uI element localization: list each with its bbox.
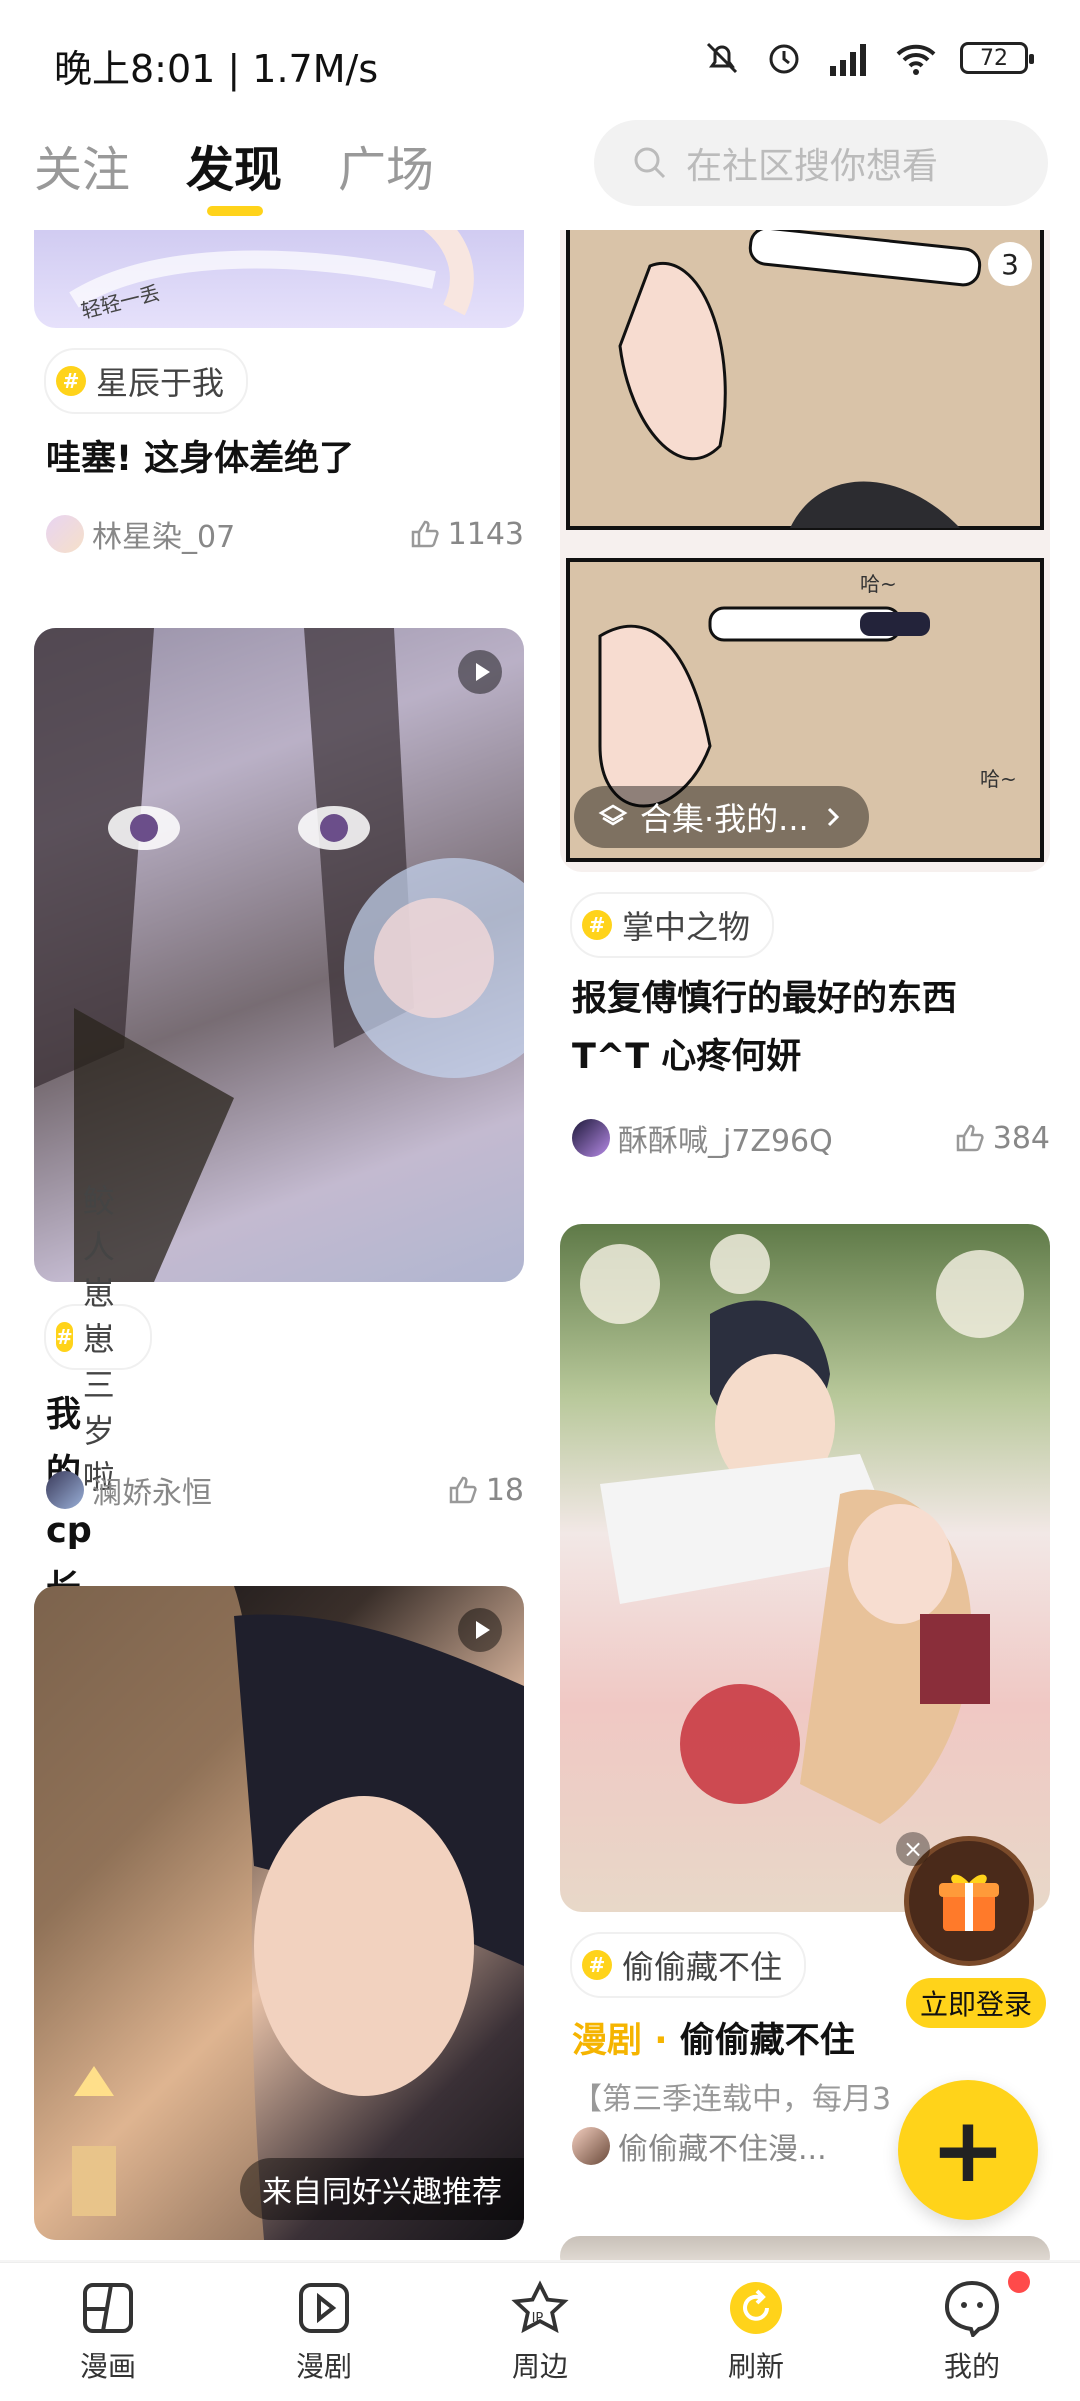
post-subtitle: 【第三季连载中，每月3	[572, 2082, 892, 2117]
mute-icon	[706, 42, 738, 74]
topic-tag[interactable]: # 星辰于我	[44, 348, 249, 414]
post-meta: 澜娇永恒 18	[46, 1468, 524, 1512]
thumb-up-icon	[956, 1124, 984, 1152]
top-bar: 关注 发现 广场 在社区搜你想看	[0, 120, 1080, 230]
layers-icon	[598, 804, 628, 826]
nav-merch[interactable]: IP 周边	[432, 2263, 648, 2401]
play-icon	[458, 1608, 502, 1652]
post-card[interactable]	[560, 2236, 1050, 2260]
post-meta: 林星染_07 1143	[46, 512, 524, 556]
status-icons: 72	[702, 38, 1034, 78]
author-name[interactable]: 林星染_07	[92, 512, 235, 556]
ip-star-icon: IP	[511, 2279, 569, 2337]
post-title[interactable]: 报复傅慎行的最好的东西 T^T 心疼何妍	[572, 970, 957, 1086]
recommend-label: 来自同好兴趣推荐	[240, 2158, 524, 2220]
post-meta: 酥酥喊_j7Z96Q 384	[572, 1116, 1050, 1160]
topic-tag[interactable]: # 掌中之物	[570, 892, 775, 958]
svg-text:哈~: 哈~	[980, 767, 1017, 791]
nav-profile[interactable]: 我的	[864, 2263, 1080, 2401]
post-image[interactable]: 轻轻一丢	[34, 230, 524, 328]
hash-icon: #	[56, 1322, 73, 1352]
avatar[interactable]	[572, 1119, 610, 1157]
nav-comics[interactable]: 漫画	[0, 2263, 216, 2401]
chevron-right-icon	[827, 807, 839, 827]
create-post-button[interactable]: +	[898, 2080, 1038, 2220]
post-title[interactable]: 漫剧 · 偷偷藏不住	[572, 2012, 855, 2070]
nav-drama[interactable]: 漫剧	[216, 2263, 432, 2401]
post-image[interactable]: 来自同好兴趣推荐	[34, 1586, 524, 2240]
hash-icon: #	[582, 910, 612, 940]
collection-chip[interactable]: 合集·我的...	[574, 786, 869, 848]
illustration: 哈~ 哈~	[566, 230, 1044, 862]
post-image[interactable]	[560, 2236, 1050, 2260]
status-time: 晚上8:01 | 1.7M/s	[54, 47, 379, 91]
search-bar[interactable]: 在社区搜你想看	[594, 120, 1048, 206]
tab-discover[interactable]: 发现	[186, 130, 282, 200]
svg-text:哈~: 哈~	[860, 572, 897, 596]
wifi-icon	[896, 44, 936, 75]
post-image[interactable]	[560, 1224, 1050, 1912]
author-name[interactable]: 偷偷藏不住漫...	[618, 2124, 827, 2168]
post-title[interactable]: 哇塞! 这身体差绝了	[46, 430, 354, 488]
thumb-up-icon	[411, 520, 439, 548]
notification-dot	[1008, 2271, 1030, 2293]
bottom-nav: 漫画 漫剧 IP 周边 刷新 我的	[0, 2262, 1080, 2401]
like-button[interactable]: 1143	[410, 517, 524, 552]
nav-refresh[interactable]: 刷新	[648, 2263, 864, 2401]
topic-tag[interactable]: # 鲛人崽崽三岁啦	[44, 1182, 153, 1496]
svg-text:IP: IP	[532, 2311, 544, 2326]
avatar[interactable]	[46, 515, 84, 553]
profile-icon	[943, 2279, 1001, 2337]
signal-icon	[830, 44, 866, 76]
status-bar: 晚上8:01 | 1.7M/s 72	[0, 0, 1080, 120]
close-icon[interactable]: ×	[896, 1832, 930, 1866]
search-placeholder: 在社区搜你想看	[686, 146, 939, 187]
like-button[interactable]: 384	[955, 1121, 1050, 1156]
avatar[interactable]	[572, 2127, 610, 2165]
login-button[interactable]: 立即登录	[906, 1978, 1047, 2028]
active-tab-indicator	[207, 206, 263, 216]
gift-icon	[939, 1874, 999, 1931]
illustration	[34, 1586, 524, 2240]
comic-icon	[79, 2279, 137, 2337]
tab-follow[interactable]: 关注	[34, 130, 130, 200]
like-button[interactable]: 18	[448, 1473, 524, 1508]
avatar[interactable]	[46, 1471, 84, 1509]
image-count-badge: 3	[988, 242, 1032, 286]
topic-tag[interactable]: # 偷偷藏不住	[570, 1932, 807, 1998]
hash-icon: #	[56, 366, 86, 396]
feed[interactable]: 轻轻一丢 # 星辰于我 哇塞! 这身体差绝了 林星染_07 1143 # 鲛人崽…	[0, 230, 1080, 2260]
refresh-icon	[727, 2279, 785, 2337]
battery-indicator: 72	[960, 42, 1034, 74]
alarm-icon	[769, 44, 799, 74]
hash-icon: #	[582, 1950, 612, 1980]
search-icon	[634, 147, 666, 179]
play-icon	[458, 650, 502, 694]
thumb-up-icon	[449, 1476, 477, 1504]
illustration	[580, 1234, 1024, 1824]
author-name[interactable]: 酥酥喊_j7Z96Q	[618, 1116, 833, 1160]
play-square-icon	[295, 2279, 353, 2337]
author-name[interactable]: 澜娇永恒	[92, 1468, 212, 1512]
post-image[interactable]: 哈~ 哈~ 3 合集·我的...	[560, 230, 1050, 872]
tab-plaza[interactable]: 广场	[338, 130, 434, 200]
